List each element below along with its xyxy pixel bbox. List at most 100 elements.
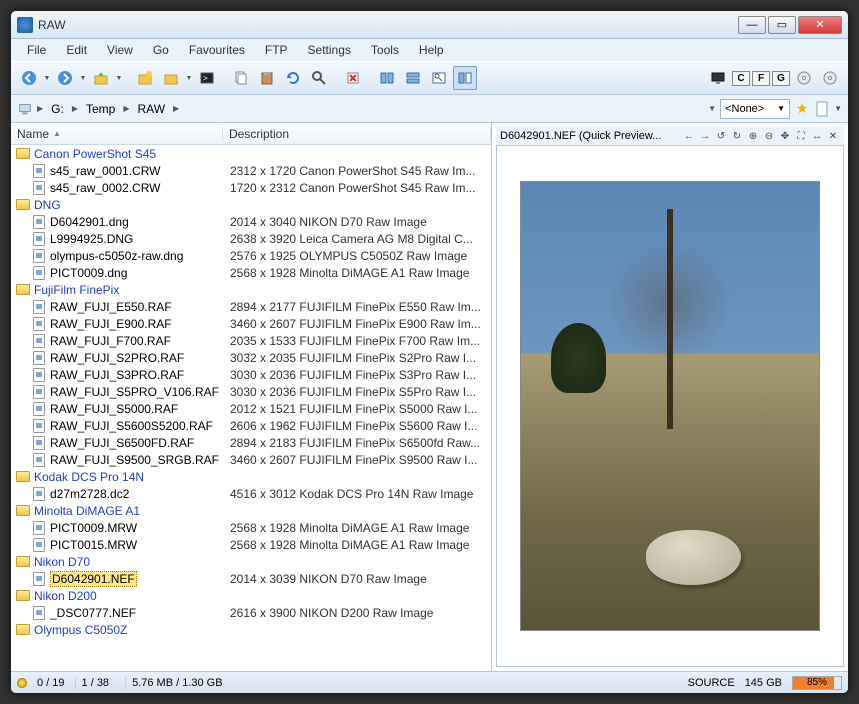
file-row[interactable]: RAW_FUJI_S3PRO.RAF3030 x 2036 FUJIFILM F… [11, 366, 491, 383]
path-sep-icon[interactable]: ▶ [72, 104, 78, 113]
up-button[interactable] [89, 66, 113, 90]
file-row[interactable]: RAW_FUJI_E550.RAF2894 x 2177 FUJIFILM Fi… [11, 298, 491, 315]
menu-settings[interactable]: Settings [300, 41, 359, 59]
layout3-button[interactable] [427, 66, 451, 90]
col-desc-header[interactable]: Description [223, 127, 491, 141]
search-button[interactable] [307, 66, 331, 90]
computer-icon[interactable] [17, 101, 33, 117]
item-name: _DSC0777.NEF [50, 606, 136, 620]
cd-button[interactable] [792, 66, 816, 90]
file-row[interactable]: _DSC0777.NEF2616 x 3900 NIKON D200 Raw I… [11, 604, 491, 621]
fullscreen-button[interactable]: ⛶ [794, 129, 808, 143]
menu-favourites[interactable]: Favourites [181, 41, 253, 59]
resize-button[interactable]: ↔ [810, 129, 824, 143]
path-sep-icon[interactable]: ▶ [173, 104, 179, 113]
path-seg-raw[interactable]: RAW [133, 101, 169, 117]
layout1-button[interactable] [375, 66, 399, 90]
path-sep-icon[interactable]: ▶ [37, 104, 43, 113]
menu-edit[interactable]: Edit [58, 41, 95, 59]
path-seg-temp[interactable]: Temp [82, 101, 119, 117]
maximize-button[interactable]: ▭ [768, 16, 796, 34]
rotate-cw-button[interactable]: ↻ [730, 129, 744, 143]
folder-row[interactable]: Nikon D70 [11, 553, 491, 570]
folder-row[interactable]: Minolta DiMAGE A1 [11, 502, 491, 519]
folder-row[interactable]: Kodak DCS Pro 14N [11, 468, 491, 485]
file-row[interactable]: RAW_FUJI_S5000.RAF2012 x 1521 FUJIFILM F… [11, 400, 491, 417]
close-button[interactable]: ✕ [798, 16, 842, 34]
forward-button[interactable] [53, 66, 77, 90]
layout4-button[interactable] [453, 66, 477, 90]
file-list[interactable]: Canon PowerShot S45s45_raw_0001.CRW2312 … [11, 145, 491, 671]
folder-row[interactable]: Nikon D200 [11, 587, 491, 604]
file-row[interactable]: d27m2728.dc24516 x 3012 Kodak DCS Pro 14… [11, 485, 491, 502]
file-row[interactable]: PICT0015.MRW2568 x 1928 Minolta DiMAGE A… [11, 536, 491, 553]
file-row[interactable]: s45_raw_0001.CRW2312 x 1720 Canon PowerS… [11, 162, 491, 179]
file-row[interactable]: L9994925.DNG2638 x 3920 Leica Camera AG … [11, 230, 491, 247]
file-row[interactable]: RAW_FUJI_S6500FD.RAF2894 x 2183 FUJIFILM… [11, 434, 491, 451]
menu-view[interactable]: View [99, 41, 141, 59]
rotate-ccw-button[interactable]: ↺ [714, 129, 728, 143]
document-dropdown[interactable]: ▼ [834, 104, 842, 113]
file-row[interactable]: RAW_FUJI_F700.RAF2035 x 1533 FUJIFILM Fi… [11, 332, 491, 349]
history-dropdown[interactable]: ▼ [708, 104, 716, 113]
filter-dropdown[interactable]: <None>▼ [720, 99, 790, 119]
paste-button[interactable] [255, 66, 279, 90]
file-row[interactable]: olympus-c5050z-raw.dng2576 x 1925 OLYMPU… [11, 247, 491, 264]
back-dropdown[interactable]: ▼ [43, 75, 51, 82]
zoom-in-button[interactable]: ⊕ [746, 129, 760, 143]
file-row[interactable]: s45_raw_0002.CRW1720 x 2312 Canon PowerS… [11, 179, 491, 196]
file-row[interactable]: RAW_FUJI_S5PRO_V106.RAF3030 x 2036 FUJIF… [11, 383, 491, 400]
menu-tools[interactable]: Tools [363, 41, 407, 59]
close-preview-button[interactable]: ✕ [826, 129, 840, 143]
menu-file[interactable]: File [19, 41, 54, 59]
item-name: RAW_FUJI_S5000.RAF [50, 402, 178, 416]
file-icon [31, 538, 47, 552]
refresh-button[interactable] [281, 66, 305, 90]
drive-f-button[interactable]: F [752, 71, 770, 86]
open-folder-dropdown[interactable]: ▼ [185, 75, 193, 82]
menu-help[interactable]: Help [411, 41, 452, 59]
up-dropdown[interactable]: ▼ [115, 75, 123, 82]
document-icon[interactable] [814, 101, 830, 117]
terminal-button[interactable]: > [195, 66, 219, 90]
new-folder-button[interactable] [133, 66, 157, 90]
fit-button[interactable]: ✥ [778, 129, 792, 143]
path-sep-icon[interactable]: ▶ [123, 104, 129, 113]
monitor-icon[interactable] [706, 66, 730, 90]
drive-g-button[interactable]: G [772, 71, 790, 86]
folder-row[interactable]: FujiFilm FinePix [11, 281, 491, 298]
file-row[interactable]: PICT0009.MRW2568 x 1928 Minolta DiMAGE A… [11, 519, 491, 536]
col-name-header[interactable]: Name▲ [11, 127, 223, 141]
zoom-out-button[interactable]: ⊖ [762, 129, 776, 143]
file-row[interactable]: RAW_FUJI_S9500_SRGB.RAF3460 x 2607 FUJIF… [11, 451, 491, 468]
file-row[interactable]: PICT0009.dng2568 x 1928 Minolta DiMAGE A… [11, 264, 491, 281]
folder-row[interactable]: Olympus C5050Z [11, 621, 491, 638]
file-row[interactable]: RAW_FUJI_E900.RAF3460 x 2607 FUJIFILM Fi… [11, 315, 491, 332]
minimize-button[interactable]: — [738, 16, 766, 34]
file-row[interactable]: D6042901.dng2014 x 3040 NIKON D70 Raw Im… [11, 213, 491, 230]
file-row[interactable]: D6042901.NEF2014 x 3039 NIKON D70 Raw Im… [11, 570, 491, 587]
path-seg-g[interactable]: G: [47, 101, 68, 117]
menu-go[interactable]: Go [145, 41, 177, 59]
drive-c-button[interactable]: C [732, 71, 750, 86]
prev-button[interactable]: ← [682, 129, 696, 143]
preview-body[interactable] [496, 145, 844, 667]
folder-row[interactable]: DNG [11, 196, 491, 213]
layout2-button[interactable] [401, 66, 425, 90]
open-folder-button[interactable] [159, 66, 183, 90]
favorite-star-icon[interactable]: ★ [794, 101, 810, 117]
titlebar[interactable]: RAW — ▭ ✕ [11, 11, 848, 39]
cd2-button[interactable] [818, 66, 842, 90]
file-row[interactable]: RAW_FUJI_S5600S5200.RAF2606 x 1962 FUJIF… [11, 417, 491, 434]
forward-dropdown[interactable]: ▼ [79, 75, 87, 82]
delete-button[interactable] [341, 66, 365, 90]
item-name: PICT0015.MRW [50, 538, 137, 552]
item-name: d27m2728.dc2 [50, 487, 129, 501]
menu-ftp[interactable]: FTP [257, 41, 296, 59]
status-led-icon [17, 678, 27, 688]
copy-button[interactable] [229, 66, 253, 90]
folder-row[interactable]: Canon PowerShot S45 [11, 145, 491, 162]
file-row[interactable]: RAW_FUJI_S2PRO.RAF3032 x 2035 FUJIFILM F… [11, 349, 491, 366]
next-button[interactable]: → [698, 129, 712, 143]
back-button[interactable] [17, 66, 41, 90]
